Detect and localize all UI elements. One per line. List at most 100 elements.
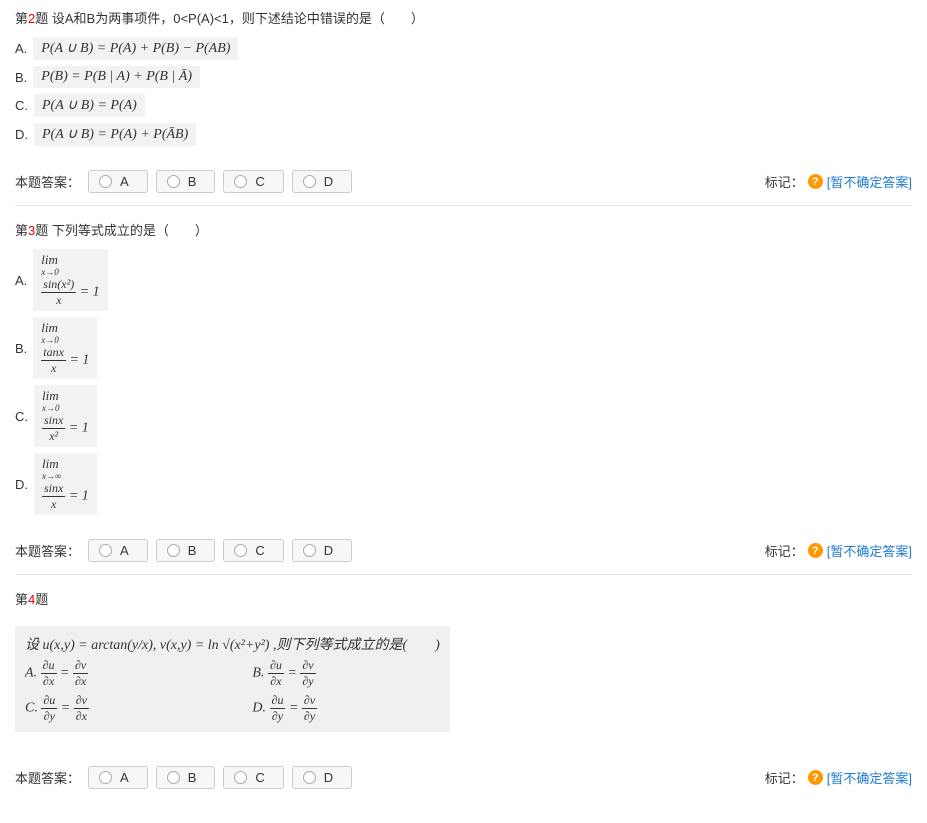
option-letter: A. [15,273,27,288]
formula-image: P(A ∪ B) = P(A) [34,94,145,117]
radio-icon [99,544,112,557]
formula-image: limx→0 sin(x²)x = 1 [33,249,107,311]
formula-image: limx→0 tanxx = 1 [33,317,97,379]
option-letter: B. [15,341,27,356]
sub-option-d: D. ∂u∂y = ∂v∂y [252,693,439,724]
answer-bar-q2: 本题答案： A B C D 标记： ? [暂不确定答案] [15,164,912,206]
question-title: 第4题 [15,589,912,608]
question-title: 第2题 设A和B为两事项件，0<P(A)<1，则下述结论中错误的是（ ） [15,8,912,27]
answer-bar-q3: 本题答案： A B C D 标记： ? [暂不确定答案] [15,533,912,575]
choice-text: C [255,543,264,558]
q-suffix: 题 [35,223,48,238]
radio-icon [99,175,112,188]
unsure-link[interactable]: [暂不确定答案] [827,541,912,560]
choice-b-button[interactable]: B [156,170,216,193]
answer-label: 本题答案： [15,541,80,560]
choice-a-button[interactable]: A [88,539,148,562]
choice-text: B [188,770,197,785]
option-letter: D. [15,127,28,142]
question-4: 第4题 设 u(x,y) = arctan(y/x), v(x,y) = ln … [15,589,912,742]
answer-left: 本题答案： A B C D [15,170,352,193]
question-body-image: 设 u(x,y) = arctan(y/x), v(x,y) = ln √(x²… [15,626,450,732]
formula-image: limx→0 sinxx² = 1 [34,385,97,447]
option-d: D. P(A ∪ B) = P(A) + P(ĀB) [15,123,912,146]
radio-icon [303,771,316,784]
mark-section: 标记： ? [暂不确定答案] [765,172,912,191]
sub-option-c: C. ∂u∂y = ∂v∂x [25,693,212,724]
option-b: B. limx→0 tanxx = 1 [15,317,912,379]
question-2: 第2题 设A和B为两事项件，0<P(A)<1，则下述结论中错误的是（ ） A. … [15,8,912,146]
sub-option-grid: A. ∂u∂x = ∂v∂x B. ∂u∂x = ∂v∂y C. ∂u∂y = … [25,658,440,724]
formula-image: P(A ∪ B) = P(A) + P(B) − P(AB) [33,37,238,60]
help-icon[interactable]: ? [808,543,823,558]
radio-icon [234,544,247,557]
choice-a-button[interactable]: A [88,766,148,789]
choice-text: D [324,770,333,785]
choice-b-button[interactable]: B [156,766,216,789]
option-c: C. limx→0 sinxx² = 1 [15,385,912,447]
formula-image: limx→∞ sinxx = 1 [34,453,97,515]
choice-c-button[interactable]: C [223,539,283,562]
q-prefix: 第 [15,592,28,607]
mark-section: 标记： ? [暂不确定答案] [765,768,912,787]
formula-image: P(A ∪ B) = P(A) + P(ĀB) [34,123,196,146]
answer-bar-q4: 本题答案： A B C D 标记： ? [暂不确定答案] [15,760,912,801]
option-letter: C. [15,98,28,113]
q-prefix: 第 [15,11,28,26]
answer-label: 本题答案： [15,768,80,787]
radio-icon [303,175,316,188]
option-a: A. P(A ∪ B) = P(A) + P(B) − P(AB) [15,37,912,60]
sub-option-b: B. ∂u∂x = ∂v∂y [252,658,439,689]
help-icon[interactable]: ? [808,770,823,785]
choice-text: D [324,543,333,558]
option-c: C. P(A ∪ B) = P(A) [15,94,912,117]
radio-icon [303,544,316,557]
mark-label: 标记： [765,768,804,787]
choice-text: B [188,174,197,189]
choice-d-button[interactable]: D [292,170,352,193]
radio-icon [99,771,112,784]
question-3: 第3题 下列等式成立的是（ ） A. limx→0 sin(x²)x = 1 B… [15,220,912,515]
choice-text: C [255,770,264,785]
answer-label: 本题答案： [15,172,80,191]
mark-label: 标记： [765,541,804,560]
choice-text: A [120,174,129,189]
unsure-link[interactable]: [暂不确定答案] [827,172,912,191]
option-a: A. limx→0 sin(x²)x = 1 [15,249,912,311]
sub-option-a: A. ∂u∂x = ∂v∂x [25,658,212,689]
formula-image: P(B) = P(B | A) + P(B | Ā) [33,66,200,88]
choice-text: C [255,174,264,189]
option-letter: A. [15,41,27,56]
radio-icon [234,771,247,784]
option-letter: B. [15,70,27,85]
choice-text: D [324,174,333,189]
option-d: D. limx→∞ sinxx = 1 [15,453,912,515]
answer-left: 本题答案： A B C D [15,539,352,562]
q-suffix: 题 [35,11,48,26]
choice-text: A [120,770,129,785]
q-stem: 下列等式成立的是（ ） [52,223,208,238]
radio-icon [167,544,180,557]
question-title: 第3题 下列等式成立的是（ ） [15,220,912,239]
option-letter: D. [15,477,28,492]
choice-text: A [120,543,129,558]
q-number: 4 [28,592,35,607]
answer-left: 本题答案： A B C D [15,766,352,789]
q-stem: 设A和B为两事项件，0<P(A)<1，则下述结论中错误的是（ ） [52,11,424,26]
option-b: B. P(B) = P(B | A) + P(B | Ā) [15,66,912,88]
radio-icon [167,771,180,784]
choice-d-button[interactable]: D [292,539,352,562]
choice-d-button[interactable]: D [292,766,352,789]
mark-section: 标记： ? [暂不确定答案] [765,541,912,560]
unsure-link[interactable]: [暂不确定答案] [827,768,912,787]
option-letter: C. [15,409,28,424]
q-prefix: 第 [15,223,28,238]
choice-c-button[interactable]: C [223,170,283,193]
mark-label: 标记： [765,172,804,191]
radio-icon [167,175,180,188]
choice-b-button[interactable]: B [156,539,216,562]
choice-c-button[interactable]: C [223,766,283,789]
choice-a-button[interactable]: A [88,170,148,193]
help-icon[interactable]: ? [808,174,823,189]
stem-formula: 设 u(x,y) = arctan(y/x), v(x,y) = ln √(x²… [25,634,440,654]
